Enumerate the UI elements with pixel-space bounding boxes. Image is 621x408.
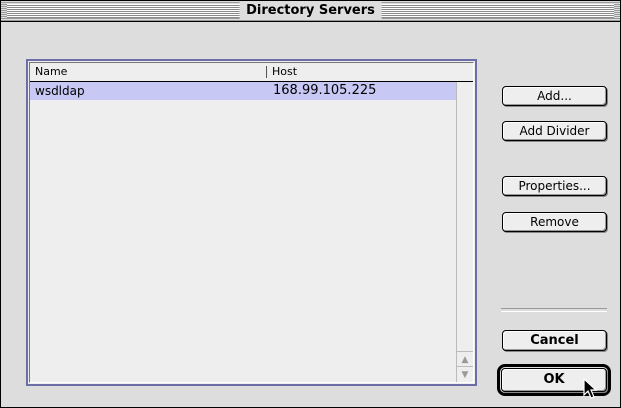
add-divider-button[interactable]: Add Divider xyxy=(502,121,607,141)
add-button[interactable]: Add... xyxy=(502,86,607,106)
properties-button[interactable]: Properties... xyxy=(502,176,607,196)
column-header-name[interactable]: Name xyxy=(35,63,67,81)
list-rows: wsdldap 168.99.105.225 xyxy=(30,82,456,382)
scroll-down-arrow-icon[interactable]: ▼ xyxy=(457,366,473,382)
server-host-cell: 168.99.105.225 xyxy=(273,83,377,98)
button-group-divider xyxy=(501,308,607,312)
cancel-button[interactable]: Cancel xyxy=(502,330,607,351)
column-separator[interactable] xyxy=(266,66,267,78)
remove-button[interactable]: Remove xyxy=(502,212,607,232)
server-list[interactable]: Name Host wsdldap 168.99.105.225 ▲ ▼ xyxy=(26,59,477,386)
vertical-scrollbar[interactable]: ▲ ▼ xyxy=(456,82,473,382)
column-header-host[interactable]: Host xyxy=(272,63,297,81)
window-title: Directory Servers xyxy=(239,2,382,20)
list-header: Name Host xyxy=(30,63,473,82)
table-row[interactable]: wsdldap 168.99.105.225 xyxy=(30,82,456,100)
mouse-pointer-icon xyxy=(583,378,598,399)
server-name-cell: wsdldap xyxy=(35,84,85,98)
server-list-frame: Name Host wsdldap 168.99.105.225 ▲ ▼ xyxy=(29,62,474,383)
title-bar[interactable]: Directory Servers xyxy=(1,1,620,22)
directory-servers-dialog: Directory Servers Name Host wsdldap 168.… xyxy=(0,0,621,408)
scroll-up-arrow-icon[interactable]: ▲ xyxy=(457,351,473,367)
